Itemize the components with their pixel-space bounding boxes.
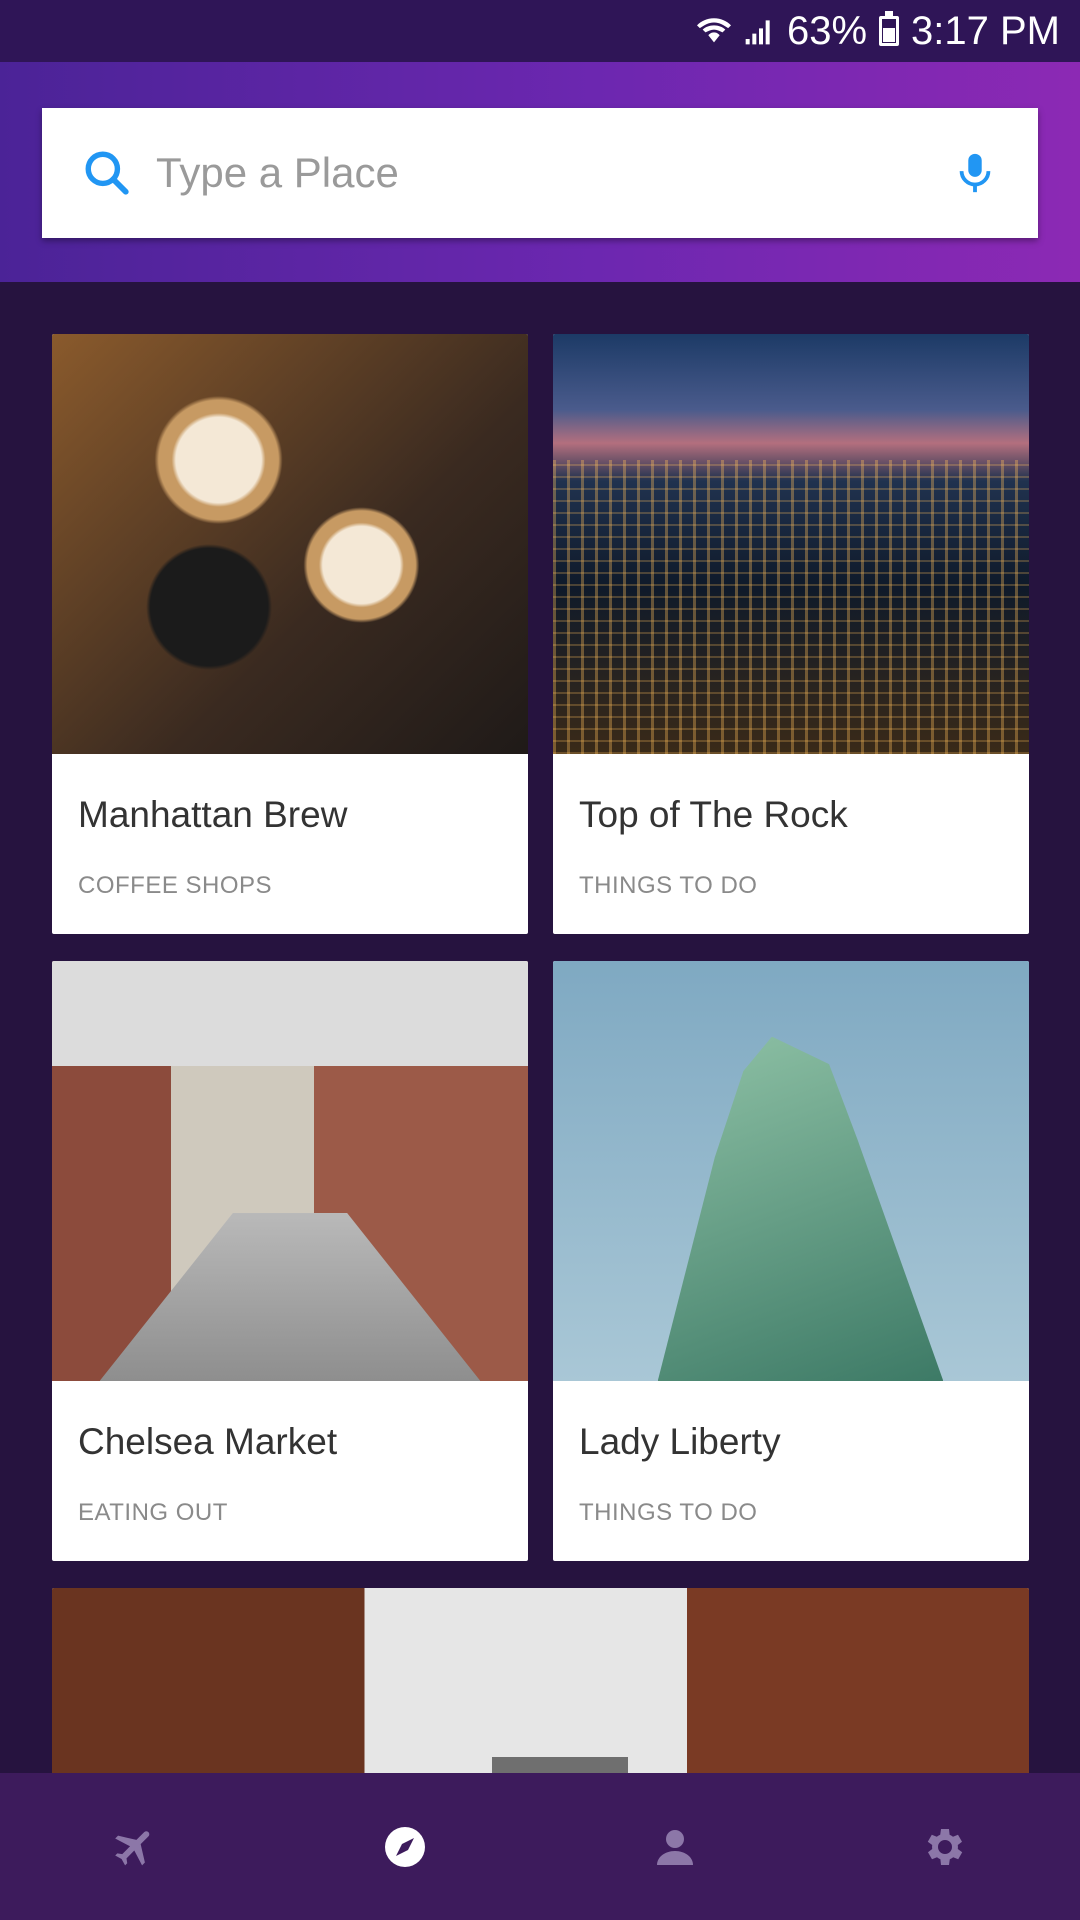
place-card[interactable]: Lady Liberty THINGS TO DO [553, 961, 1029, 1561]
place-category: EATING OUT [78, 1499, 228, 1526]
search-input[interactable] [156, 149, 952, 197]
coffee-photo [52, 334, 528, 754]
bottom-nav [0, 1773, 1080, 1920]
clock: 3:17 PM [911, 8, 1060, 53]
place-card[interactable]: Chelsea Market EATING OUT [52, 961, 528, 1561]
header [0, 62, 1080, 282]
nav-settings[interactable] [897, 1799, 993, 1895]
street-photo [52, 961, 528, 1381]
place-title: Chelsea Market [78, 1421, 338, 1462]
search-icon[interactable] [82, 148, 132, 198]
place-title: Manhattan Brew [78, 794, 348, 835]
place-card[interactable]: Top of The Rock THINGS TO DO [553, 334, 1029, 934]
search-bar[interactable] [42, 108, 1038, 238]
screen: 63% 3:17 PM Manhattan Brew COFFEE SHOPS … [0, 0, 1080, 1920]
place-category: COFFEE SHOPS [78, 872, 273, 899]
gear-icon [927, 1828, 963, 1865]
place-title: Lady Liberty [579, 1421, 781, 1462]
signal-icon [743, 15, 775, 47]
place-category: THINGS TO DO [579, 1499, 758, 1526]
nav-profile[interactable] [627, 1799, 723, 1895]
microphone-icon[interactable] [952, 147, 998, 199]
nav-explore[interactable] [357, 1799, 453, 1895]
compass-icon [385, 1826, 425, 1867]
place-card[interactable]: Manhattan Brew COFFEE SHOPS [52, 334, 528, 934]
person-icon [657, 1829, 693, 1865]
statue-photo [553, 961, 1029, 1381]
city-skyline-photo [553, 334, 1029, 754]
status-bar: 63% 3:17 PM [0, 0, 1080, 62]
place-title: Top of The Rock [579, 794, 848, 835]
wifi-icon [696, 14, 731, 48]
battery-icon [879, 11, 900, 46]
battery-percent: 63% [786, 8, 868, 53]
place-category: THINGS TO DO [579, 872, 758, 899]
nav-flights[interactable] [87, 1799, 183, 1895]
airplane-icon [115, 1830, 150, 1865]
